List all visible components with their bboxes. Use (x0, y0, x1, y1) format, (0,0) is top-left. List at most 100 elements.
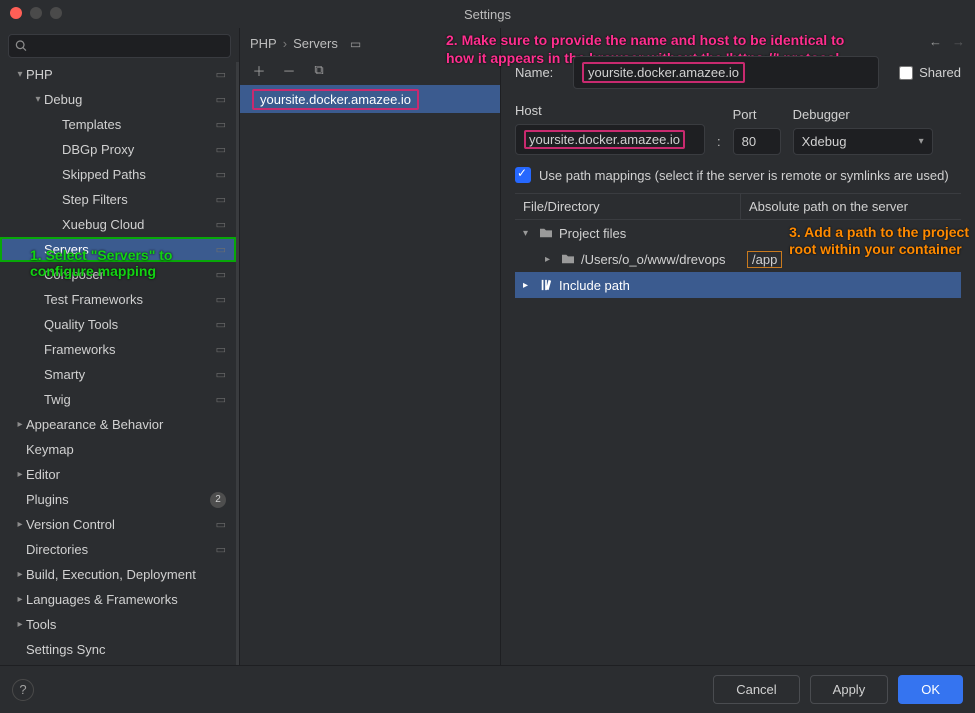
sidebar-item-label: Servers (44, 242, 216, 257)
sidebar-item-label: DBGp Proxy (62, 142, 216, 157)
zoom-window-icon[interactable] (50, 7, 62, 19)
search-icon (15, 39, 28, 53)
sidebar-item-build-execution-deployment[interactable]: ▸Build, Execution, Deployment (0, 562, 236, 587)
sidebar-item-composer[interactable]: Composer▭ (0, 262, 236, 287)
name-input[interactable]: yoursite.docker.amazee.io (573, 56, 879, 89)
sidebar-item-tools[interactable]: ▸Tools (0, 612, 236, 637)
module-indicator-icon: ▭ (216, 68, 226, 81)
name-input-value: yoursite.docker.amazee.io (582, 62, 745, 83)
sidebar-item-debug[interactable]: ▾Debug▭ (0, 87, 236, 112)
settings-tree: ▾PHP▭▾Debug▭Templates▭DBGp Proxy▭Skipped… (0, 62, 239, 665)
absolute-path-value[interactable]: /app (747, 251, 782, 268)
module-indicator-icon: ▭ (216, 243, 226, 256)
sidebar-item-label: Frameworks (44, 342, 216, 357)
sidebar-item-step-filters[interactable]: Step Filters▭ (0, 187, 236, 212)
shared-checkbox-label: Shared (919, 65, 961, 80)
project-files-label: Project files (559, 226, 626, 241)
host-input-value: yoursite.docker.amazee.io (524, 130, 685, 149)
sidebar-item-label: Directories (26, 542, 216, 557)
port-input[interactable] (733, 128, 781, 155)
include-path-label: Include path (559, 278, 630, 293)
host-input[interactable]: yoursite.docker.amazee.io (515, 124, 705, 155)
sidebar-item-label: Tools (26, 617, 236, 632)
dialog-footer: ? Cancel Apply OK (0, 665, 975, 713)
sidebar-item-label: Plugins (26, 492, 210, 507)
cancel-button[interactable]: Cancel (713, 675, 799, 704)
sidebar-item-xuebug-cloud[interactable]: Xuebug Cloud▭ (0, 212, 236, 237)
chevron-right-icon: ▸ (14, 619, 26, 630)
traffic-lights (10, 7, 62, 19)
library-icon (539, 279, 553, 291)
sidebar-item-twig[interactable]: Twig▭ (0, 387, 236, 412)
chevron-down-icon: ▾ (32, 94, 44, 105)
breadcrumb: PHP › Servers ▭ (240, 28, 500, 57)
sidebar-item-label: PHP (26, 67, 216, 82)
sidebar-item-label: Xuebug Cloud (62, 217, 216, 232)
sidebar-item-test-frameworks[interactable]: Test Frameworks▭ (0, 287, 236, 312)
sidebar-item-plugins[interactable]: Plugins2 (0, 487, 236, 512)
sidebar-item-directories[interactable]: Directories▭ (0, 537, 236, 562)
help-button[interactable]: ? (12, 679, 34, 701)
debugger-select-value: Xdebug (802, 134, 847, 149)
sidebar-item-label: Skipped Paths (62, 167, 216, 182)
sidebar-item-label: Keymap (26, 442, 236, 457)
apply-button[interactable]: Apply (810, 675, 889, 704)
close-window-icon[interactable] (10, 7, 22, 19)
module-indicator-icon: ▭ (216, 168, 226, 181)
debugger-select[interactable]: Xdebug ▾ (793, 128, 933, 155)
breadcrumb-separator-icon: › (283, 36, 287, 51)
chevron-right-icon: ▸ (14, 569, 26, 580)
sidebar-item-label: Editor (26, 467, 236, 482)
sidebar-item-dbgp-proxy[interactable]: DBGp Proxy▭ (0, 137, 236, 162)
minimize-window-icon[interactable] (30, 7, 42, 19)
sidebar-item-label: Quality Tools (44, 317, 216, 332)
server-list: yoursite.docker.amazee.io (240, 85, 500, 665)
ok-button[interactable]: OK (898, 675, 963, 704)
sidebar-item-appearance-behavior[interactable]: ▸Appearance & Behavior (0, 412, 236, 437)
search-input[interactable] (34, 39, 224, 53)
badge: 2 (210, 492, 226, 508)
copy-server-button[interactable]: ⧉ (310, 61, 328, 79)
sidebar-item-php[interactable]: ▾PHP▭ (0, 62, 236, 87)
server-list-item-label: yoursite.docker.amazee.io (252, 89, 419, 110)
shared-checkbox-box[interactable] (899, 66, 913, 80)
sidebar-item-smarty[interactable]: Smarty▭ (0, 362, 236, 387)
folder-icon (539, 227, 553, 239)
module-indicator-icon: ▭ (216, 143, 226, 156)
settings-sidebar: ▾PHP▭▾Debug▭Templates▭DBGp Proxy▭Skipped… (0, 28, 240, 665)
shared-checkbox[interactable]: Shared (899, 65, 961, 80)
remove-server-button[interactable]: － (280, 61, 298, 79)
sidebar-item-quality-tools[interactable]: Quality Tools▭ (0, 312, 236, 337)
search-input-wrap[interactable] (8, 34, 231, 58)
server-list-item[interactable]: yoursite.docker.amazee.io (240, 85, 500, 113)
sidebar-item-languages-frameworks[interactable]: ▸Languages & Frameworks (0, 587, 236, 612)
mapping-row-include-path[interactable]: ▸ Include path (515, 272, 961, 298)
sidebar-item-servers[interactable]: Servers▭ (0, 237, 236, 262)
port-label: Port (733, 107, 781, 122)
sidebar-item-settings-sync[interactable]: Settings Sync (0, 637, 236, 662)
sidebar-item-label: Twig (44, 392, 216, 407)
mapping-row-project-path[interactable]: ▸ /Users/o_o/www/drevops /app (515, 246, 961, 272)
host-label: Host (515, 103, 705, 118)
sidebar-item-skipped-paths[interactable]: Skipped Paths▭ (0, 162, 236, 187)
module-indicator-icon: ▭ (216, 93, 226, 106)
breadcrumb-php[interactable]: PHP (250, 36, 277, 51)
sidebar-item-frameworks[interactable]: Frameworks▭ (0, 337, 236, 362)
path-mappings-checkbox[interactable] (515, 167, 531, 183)
sidebar-item-label: Settings Sync (26, 642, 236, 657)
module-indicator-icon: ▭ (216, 218, 226, 231)
chevron-down-icon: ▾ (523, 228, 533, 239)
mapping-row-project-files[interactable]: ▾ Project files (515, 220, 961, 246)
sidebar-item-keymap[interactable]: Keymap (0, 437, 236, 462)
sidebar-item-version-control[interactable]: ▸Version Control▭ (0, 512, 236, 537)
module-indicator-icon: ▭ (216, 368, 226, 381)
chevron-down-icon: ▾ (919, 136, 924, 147)
sidebar-item-label: Smarty (44, 367, 216, 382)
sidebar-item-label: Languages & Frameworks (26, 592, 236, 607)
debugger-label: Debugger (793, 107, 933, 122)
add-server-button[interactable]: ＋ (250, 61, 268, 79)
sidebar-item-label: Build, Execution, Deployment (26, 567, 236, 582)
sidebar-item-templates[interactable]: Templates▭ (0, 112, 236, 137)
sidebar-item-editor[interactable]: ▸Editor (0, 462, 236, 487)
server-detail-panel: ← → 2. Make sure to provide the name and… (501, 28, 975, 665)
